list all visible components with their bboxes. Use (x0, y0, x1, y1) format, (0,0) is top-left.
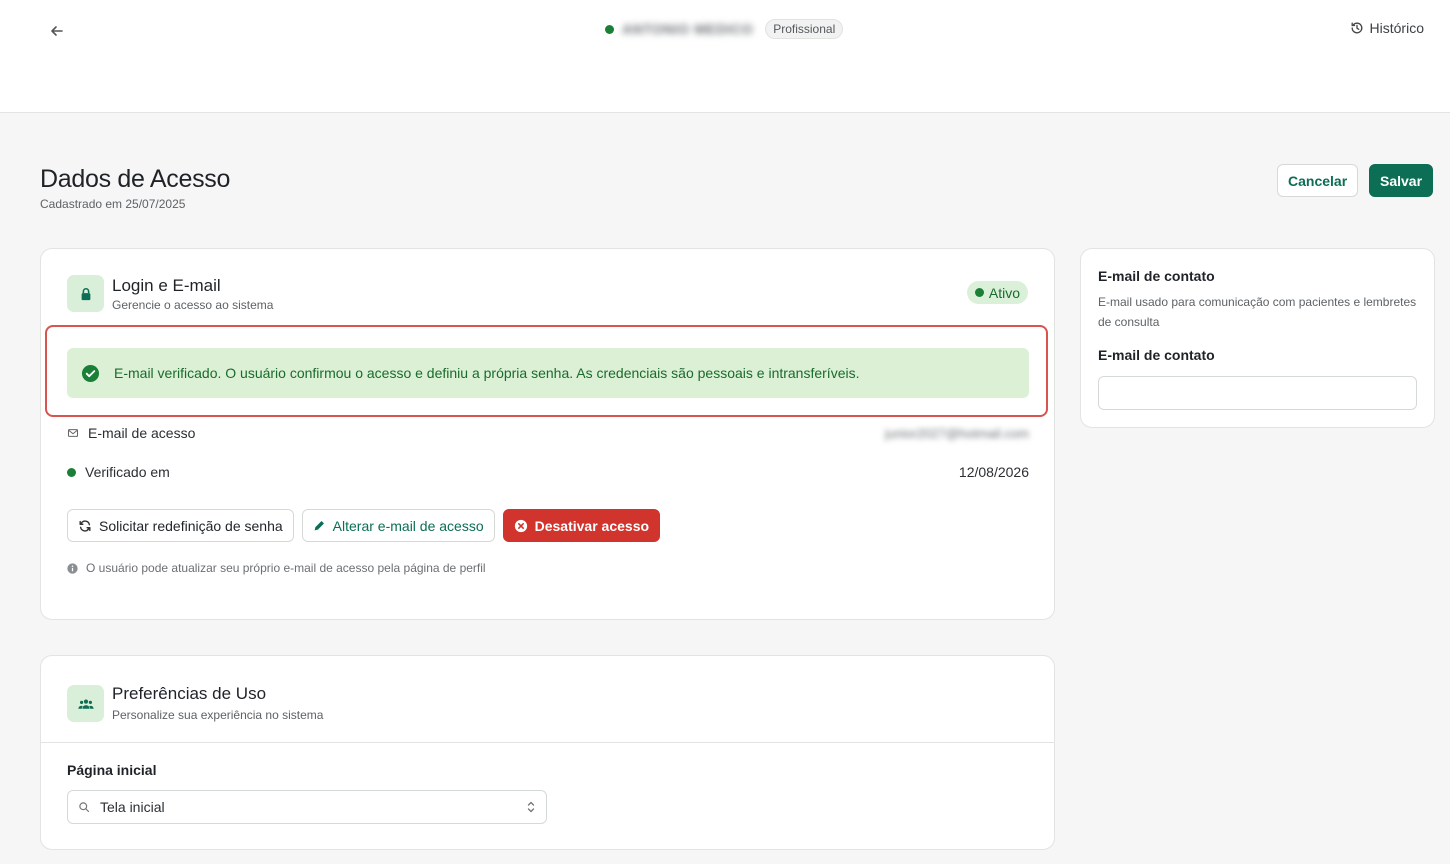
email-hint-text: O usuário pode atualizar seu próprio e-m… (86, 561, 486, 575)
login-card-description: Gerencie o acesso ao sistema (112, 298, 274, 312)
history-label: Histórico (1369, 20, 1424, 36)
mail-icon (67, 429, 79, 437)
access-email-row: E-mail de acesso junior2027@hotmail.com (67, 425, 1029, 441)
x-circle-icon (514, 519, 527, 532)
deactivate-access-button[interactable]: Desativar acesso (502, 509, 661, 542)
refresh-icon (79, 519, 91, 532)
verified-at-label: Verificado em (85, 464, 170, 480)
access-actions: Solicitar redefinição de senha Alterar e… (67, 509, 661, 542)
online-status-dot (605, 24, 614, 34)
change-email-label: Alterar e-mail de acesso (332, 517, 484, 534)
user-name: ANTONIO MEDICO (622, 21, 754, 37)
login-card-title: Login e E-mail (112, 276, 221, 295)
search-icon (79, 802, 90, 813)
verified-at-value: 12/08/2026 (958, 464, 1029, 480)
page-title: Dados de Acesso (40, 165, 231, 193)
usage-preferences-card: Preferências de Uso Personalize sua expe… (40, 655, 1055, 850)
reset-password-button[interactable]: Solicitar redefinição de senha (67, 509, 294, 542)
back-button[interactable] (46, 20, 68, 42)
reset-password-label: Solicitar redefinição de senha (99, 517, 283, 534)
lock-icon (81, 287, 90, 300)
chevron-updown-icon (527, 801, 535, 813)
access-email-value: junior2027@hotmail.com (885, 425, 1029, 441)
verified-at-row: Verificado em 12/08/2026 (67, 464, 1029, 480)
verified-dot (67, 467, 76, 477)
page-subtitle: Cadastrado em 25/07/2025 (40, 197, 186, 211)
verified-alert-text: E-mail verificado. O usuário confirmou o… (114, 365, 860, 381)
user-info: ANTONIO MEDICO Profissional (605, 19, 844, 39)
save-button[interactable]: Salvar (1369, 164, 1434, 197)
email-hint: O usuário pode atualizar seu próprio e-m… (67, 561, 486, 575)
deactivate-access-label: Desativar acesso (534, 517, 650, 534)
access-email-label-wrap: E-mail de acesso (67, 425, 195, 441)
lock-icon-box (67, 275, 104, 312)
info-icon (67, 562, 78, 574)
contact-email-input[interactable] (1098, 376, 1417, 410)
verified-alert: E-mail verificado. O usuário confirmou o… (67, 348, 1029, 398)
prefs-card-description: Personalize sua experiência no sistema (112, 708, 324, 722)
home-page-select[interactable]: Tela inicial (67, 790, 547, 824)
contact-card-description: E-mail usado para comunicação com pacien… (1098, 295, 1417, 329)
check-circle-icon (81, 364, 100, 382)
arrow-left-icon (51, 26, 63, 36)
home-page-value: Tela inicial (100, 799, 165, 815)
pencil-icon (314, 521, 324, 531)
history-icon (1351, 22, 1362, 34)
cancel-button[interactable]: Cancelar (1277, 164, 1359, 197)
role-badge: Profissional (765, 19, 844, 39)
login-email-card: Login e E-mail Gerencie o acesso ao sist… (40, 248, 1055, 620)
users-icon (77, 699, 94, 709)
change-email-button[interactable]: Alterar e-mail de acesso (301, 509, 495, 542)
top-bar: ANTONIO MEDICO Profissional Histórico (0, 0, 1450, 113)
status-badge: Ativo (966, 281, 1028, 304)
contact-card-title: E-mail de contato (1098, 268, 1215, 284)
users-icon-box (67, 685, 104, 722)
status-dot (974, 288, 984, 297)
status-label: Ativo (988, 284, 1020, 301)
home-page-label: Página inicial (67, 762, 157, 778)
contact-email-label: E-mail de contato (1098, 347, 1215, 363)
prefs-divider (41, 742, 1054, 743)
history-button[interactable]: Histórico (1350, 20, 1424, 36)
verified-at-label-wrap: Verificado em (67, 464, 170, 480)
prefs-card-title: Preferências de Uso (112, 684, 267, 703)
access-email-label: E-mail de acesso (88, 425, 196, 441)
contact-email-card: E-mail de contato E-mail usado para comu… (1080, 248, 1435, 428)
